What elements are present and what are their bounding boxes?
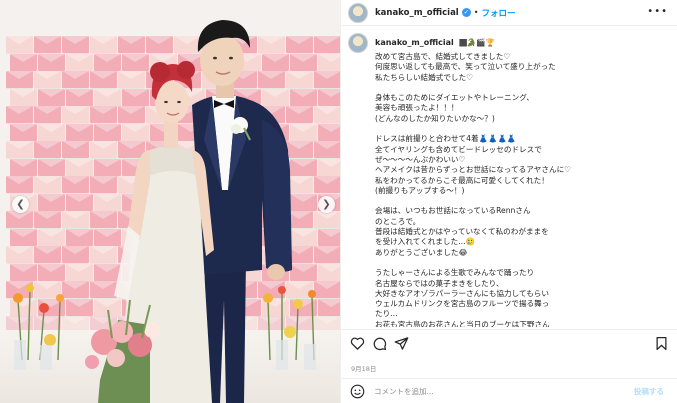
next-image-button[interactable]: ❯ [318, 196, 335, 213]
post-comment-button[interactable]: 投稿する [634, 386, 664, 397]
prev-image-button[interactable]: ❮ [12, 196, 29, 213]
follow-button[interactable]: フォロー [481, 7, 515, 19]
chevron-right-icon: ❯ [322, 199, 331, 210]
comment-input[interactable] [374, 383, 594, 399]
couple-illustration [13, 20, 316, 403]
caption-username[interactable]: kanako_m_official [375, 38, 454, 47]
action-bar [341, 329, 677, 355]
header-separator: • [473, 8, 479, 17]
smiley-icon[interactable] [350, 384, 365, 399]
caption-avatar[interactable] [348, 33, 368, 53]
caption-area[interactable]: kanako_m_official 🏿🐊🎬🏆 改めて宮古島で、結婚式してきました… [341, 27, 677, 327]
post-header: kanako_m_official ✓ • フォロー ••• [341, 0, 677, 26]
name-emojis: 🏿🐊🎬🏆 [459, 38, 495, 47]
profile-avatar[interactable] [348, 2, 368, 23]
bookmark-icon[interactable] [654, 336, 669, 351]
caption-header: kanako_m_official 🏿🐊🎬🏆 [375, 38, 495, 48]
chevron-left-icon: ❮ [16, 199, 25, 210]
heart-icon[interactable] [350, 336, 365, 351]
verified-badge-icon: ✓ [461, 8, 471, 17]
post-date: 9月18日 [351, 365, 377, 373]
comment-icon[interactable] [372, 336, 387, 351]
more-options-button[interactable]: ••• [647, 6, 668, 17]
comment-bar: 投稿する [341, 378, 677, 403]
post-photo[interactable]: ❮ ❯ [0, 0, 340, 403]
paper-plane-icon[interactable] [394, 336, 409, 351]
caption-text: 改めて宮古島で、結婚式してきました♡ 何度思い返しても最高で、笑って泣いて盛り上… [375, 52, 571, 327]
header-username[interactable]: kanako_m_official [375, 8, 459, 18]
post-side-panel: kanako_m_official ✓ • フォロー ••• kanako_m_… [340, 0, 677, 403]
